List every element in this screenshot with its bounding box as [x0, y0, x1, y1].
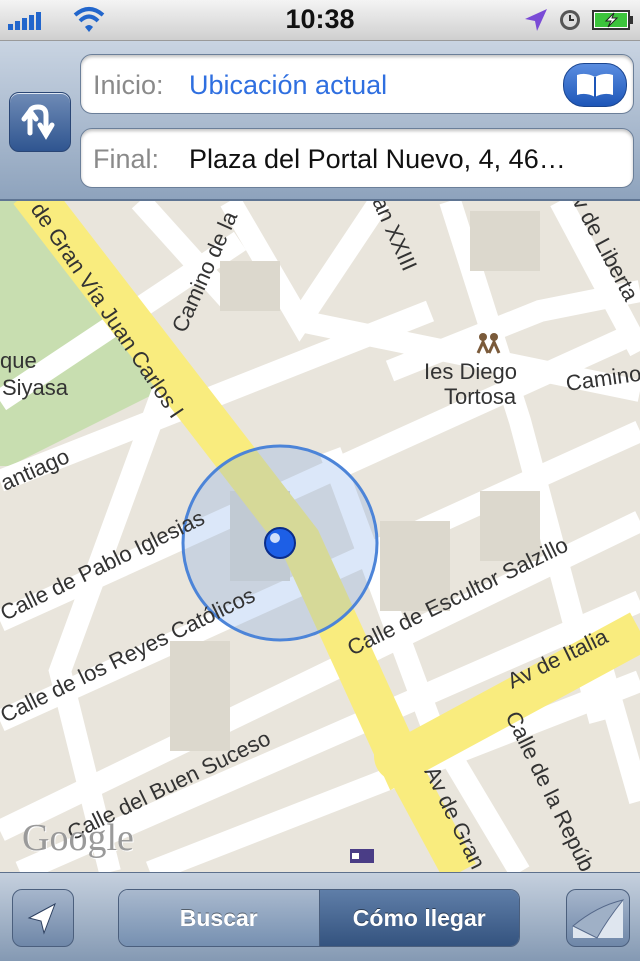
map-label-diego-1: Ies Diego — [424, 359, 517, 384]
map-label-diego-2: Tortosa — [444, 384, 517, 409]
swap-route-button[interactable] — [9, 92, 71, 152]
page-curl-icon — [572, 899, 625, 939]
start-label: Inicio: — [93, 70, 164, 100]
map-label-parque: que — [0, 348, 37, 373]
hotel-icon — [350, 849, 374, 863]
start-value: Ubicación actual — [189, 70, 388, 100]
mode-segmented-control: Buscar Cómo llegar — [118, 889, 520, 947]
route-bar: Inicio: Ubicación actual Final: Plaza de… — [0, 41, 640, 201]
end-label: Final: — [93, 144, 160, 174]
clock-icon — [560, 10, 580, 30]
page-curl-button[interactable] — [566, 889, 630, 947]
map-label-siyasa: Siyasa — [2, 375, 69, 400]
battery-charging-icon — [592, 10, 633, 30]
tab-buscar[interactable]: Buscar — [119, 890, 320, 946]
swap-arrows-icon — [21, 104, 55, 140]
end-value: Plaza del Portal Nuevo, 4, 46… — [189, 144, 566, 174]
google-logo: Google — [22, 817, 134, 859]
bookmarks-button[interactable] — [563, 63, 627, 107]
start-field[interactable]: Inicio: Ubicación actual — [80, 54, 634, 114]
current-location-button[interactable] — [12, 889, 74, 947]
bottom-toolbar: Buscar Cómo llegar — [0, 872, 640, 961]
bookmarks-book-icon — [577, 73, 613, 97]
end-field[interactable]: Final: Plaza del Portal Nuevo, 4, 46… — [80, 128, 634, 188]
current-location-dot — [264, 527, 296, 559]
tab-como-llegar[interactable]: Cómo llegar — [319, 890, 519, 946]
map-view[interactable]: de Gran Vía Juan Carlos I Camino de la a… — [0, 201, 640, 872]
location-arrow-icon — [27, 902, 56, 935]
location-arrow-icon — [525, 9, 547, 31]
status-bar: 10:38 — [0, 0, 640, 41]
map-canvas: de Gran Vía Juan Carlos I Camino de la a… — [0, 201, 640, 872]
